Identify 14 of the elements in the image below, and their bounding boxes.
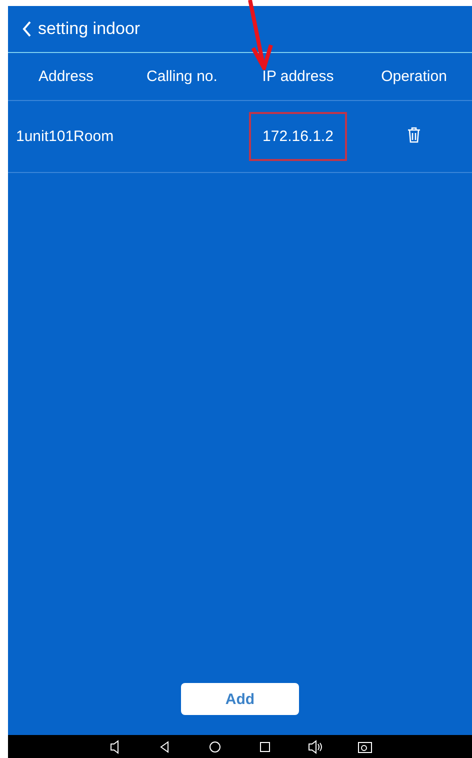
- column-header: Address: [37, 68, 95, 85]
- volume-icon[interactable]: [307, 740, 323, 754]
- screen-title: setting indoor: [38, 19, 140, 39]
- trash-icon[interactable]: [407, 126, 421, 142]
- arrow-annotation: [248, 0, 273, 70]
- add-button[interactable]: Add: [181, 683, 299, 715]
- column-header: Operation: [380, 68, 448, 85]
- highlighted-cell: 172.16.1.2: [248, 112, 348, 161]
- column-header: IP address: [261, 68, 335, 85]
- recent-apps-icon[interactable]: [257, 740, 273, 754]
- column-header: Calling no.: [146, 68, 218, 85]
- camera-icon[interactable]: [357, 740, 373, 754]
- home-icon[interactable]: [207, 740, 223, 754]
- table-cell-text: 1unit101Room: [15, 128, 115, 145]
